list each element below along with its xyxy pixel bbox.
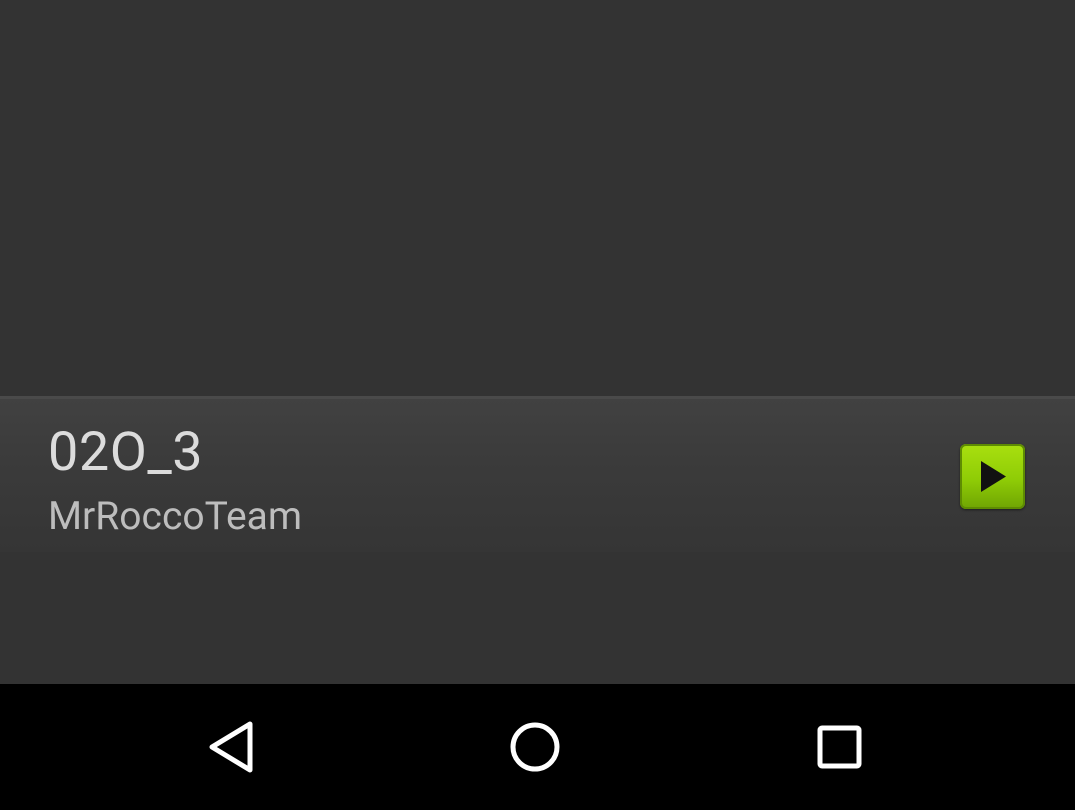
play-button[interactable] — [960, 444, 1025, 509]
home-button[interactable] — [500, 714, 570, 780]
track-author: MrRoccoTeam — [48, 493, 303, 539]
track-title: 02O_3 — [48, 421, 204, 484]
main-content: 02O_3 MrRoccoTeam — [0, 0, 1075, 684]
play-icon — [981, 461, 1006, 492]
back-triangle-icon — [209, 721, 253, 773]
track-list-item[interactable]: 02O_3 MrRoccoTeam — [0, 396, 1075, 552]
recents-button[interactable] — [804, 714, 874, 780]
recents-square-icon — [817, 725, 862, 769]
back-button[interactable] — [199, 714, 269, 780]
system-navigation-bar — [0, 684, 1075, 810]
screen: 02O_3 MrRoccoTeam — [0, 0, 1075, 810]
home-circle-icon — [510, 722, 560, 772]
